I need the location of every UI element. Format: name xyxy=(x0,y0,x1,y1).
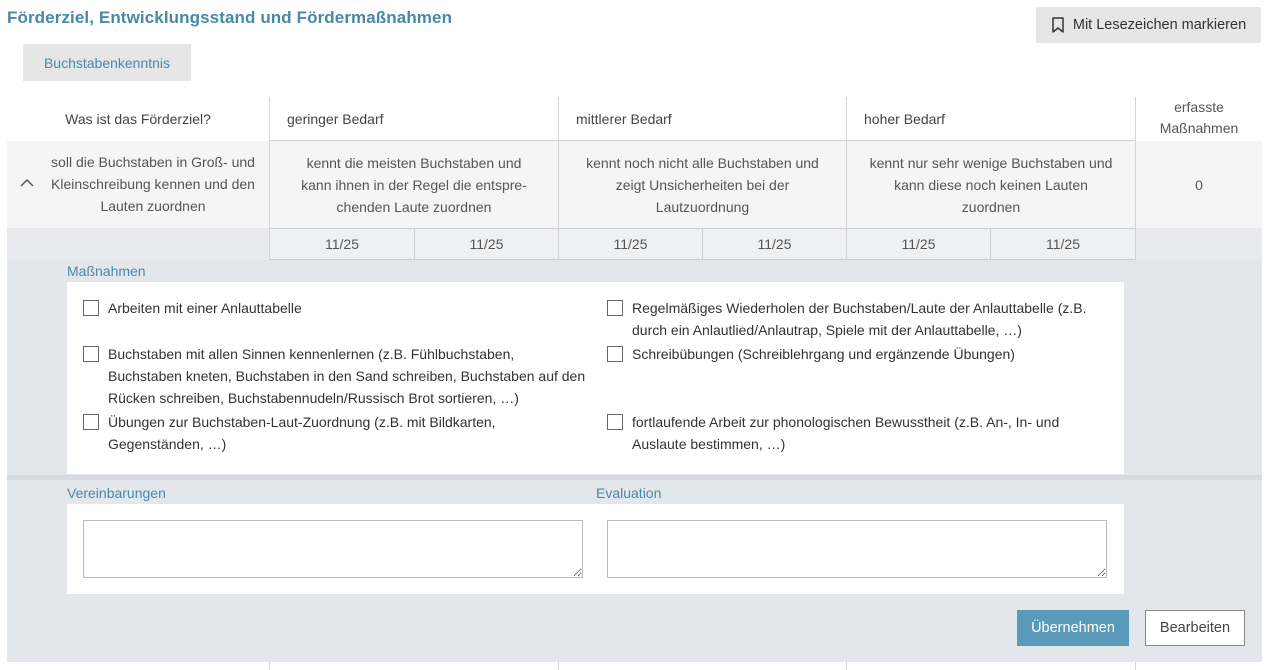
need-line: zeigt Unsicherheiten bei der xyxy=(615,176,790,193)
need-header-low: geringer Bedarf xyxy=(287,110,384,127)
vereinbarungen-label: Vereinbarungen xyxy=(67,485,166,501)
grid-line xyxy=(269,140,1136,141)
vereinbarungen-field[interactable] xyxy=(83,520,583,578)
grid-line xyxy=(846,662,847,670)
date-cell: 11/25 xyxy=(325,236,359,252)
grid-line xyxy=(990,228,991,260)
bookmark-icon xyxy=(1052,17,1064,33)
erfasste-header: erfasste Maßnahmen xyxy=(1136,97,1262,141)
grid-line xyxy=(1135,662,1136,670)
need-cell-low[interactable]: kennt die meisten Buchstaben und kann ih… xyxy=(270,141,558,228)
massnahme-checkbox[interactable] xyxy=(607,346,623,362)
need-line: zuordnen xyxy=(961,198,1021,215)
edit-button[interactable]: Bearbeiten xyxy=(1145,610,1245,646)
goal-text: soll die Buchstaben in Groß- und Kleinsc… xyxy=(40,151,266,217)
evaluation-label: Evaluation xyxy=(596,485,662,501)
date-cell: 11/25 xyxy=(1046,236,1080,252)
bookmark-label: Mit Lesezeichen markieren xyxy=(1072,17,1247,33)
erfasste-header-line2: Maßnahmen xyxy=(1159,120,1239,136)
evaluation-field[interactable] xyxy=(607,520,1107,578)
need-cell-medium[interactable]: kennt noch nicht alle Buchstaben und zei… xyxy=(559,141,846,228)
grid-line xyxy=(1135,97,1136,260)
page-title: Förderziel, Entwicklungsstand und Förder… xyxy=(7,8,453,27)
massnahme-text: Übungen zur Buchstaben-Laut-Zuordnung (z… xyxy=(108,414,496,452)
massnahme-text: Regelmäßiges Wiederholen der Buchstaben/… xyxy=(632,300,1087,338)
date-cell: 11/25 xyxy=(757,236,792,252)
grid-line xyxy=(702,228,703,260)
massnahme-item[interactable]: Arbeiten mit einer Anlauttabelle xyxy=(83,297,583,319)
date-cell: 11/25 xyxy=(901,236,936,252)
massnahme-item[interactable]: Regelmäßiges Wiederholen der Buchstaben/… xyxy=(607,297,1102,341)
need-header-medium: mittlerer Bedarf xyxy=(576,110,672,127)
tab-buchstabenkenntnis[interactable]: Buchstabenkenntnis xyxy=(23,44,191,81)
apply-button[interactable]: Übernehmen xyxy=(1017,610,1129,646)
massnahme-text: Arbeiten mit einer Anlauttabelle xyxy=(108,300,302,316)
massnahme-checkbox[interactable] xyxy=(83,414,99,430)
grid-line xyxy=(269,97,270,260)
grid-line xyxy=(846,97,847,260)
need-line: kennt die meisten Buchstaben und xyxy=(306,154,522,171)
date-cell: 11/25 xyxy=(613,236,648,252)
goal-question-header: Was ist das Förderziel? xyxy=(65,110,211,127)
massnahme-item[interactable]: Übungen zur Buchstaben-Laut-Zuordnung (z… xyxy=(83,411,583,455)
bookmark-button[interactable]: Mit Lesezeichen markieren xyxy=(1036,7,1261,43)
erfasste-header-line1: erfasste xyxy=(1174,99,1224,115)
date-cell: 11/25 xyxy=(469,236,504,252)
goal-line: Lauten zuordnen xyxy=(100,198,206,214)
chevron-up-icon[interactable] xyxy=(19,176,35,190)
massnahme-checkbox[interactable] xyxy=(83,346,99,362)
need-cell-high[interactable]: kennt nur sehr wenige Buchstaben und kan… xyxy=(847,141,1135,228)
grid-line xyxy=(269,662,270,670)
massnahme-checkbox[interactable] xyxy=(83,300,99,316)
need-line: kann diese noch keinen Lauten xyxy=(894,176,1088,193)
need-line: kann ihnen in der Regel die entspre- xyxy=(301,176,527,193)
need-line: kennt noch nicht alle Buchstaben und xyxy=(586,154,819,171)
goal-line: soll die Buchstaben in Groß- und xyxy=(51,154,255,170)
grid-line xyxy=(414,228,415,260)
goal-line: Kleinschreibung kennen und den xyxy=(51,176,255,192)
massnahme-item[interactable]: fortlaufende Arbeit zur phonologischen B… xyxy=(607,411,1102,455)
massnahme-checkbox[interactable] xyxy=(607,300,623,316)
massnahmen-label: Maßnahmen xyxy=(67,263,146,279)
massnahme-item[interactable]: Buchstaben mit allen Sinnen kennenlernen… xyxy=(83,343,588,409)
grid-line xyxy=(558,662,559,670)
massnahme-item[interactable]: Schreibübungen (Schreiblehrgang und ergä… xyxy=(607,343,1102,365)
erfasste-count: 0 xyxy=(1195,176,1203,193)
grid-line xyxy=(558,97,559,260)
massnahme-text: fortlaufende Arbeit zur phonologischen B… xyxy=(632,414,1060,452)
need-line: kennt nur sehr wenige Buchstaben und xyxy=(869,154,1113,171)
need-line: chenden Laute zuordnen xyxy=(336,198,492,215)
section-divider xyxy=(7,475,1262,480)
massnahme-text: Schreibübungen (Schreiblehrgang und ergä… xyxy=(632,346,1015,362)
need-header-high: hoher Bedarf xyxy=(864,110,945,127)
massnahme-text: Buchstaben mit allen Sinnen kennenlernen… xyxy=(108,346,586,406)
massnahme-checkbox[interactable] xyxy=(607,414,623,430)
need-line: Lautzuordnung xyxy=(655,198,750,215)
